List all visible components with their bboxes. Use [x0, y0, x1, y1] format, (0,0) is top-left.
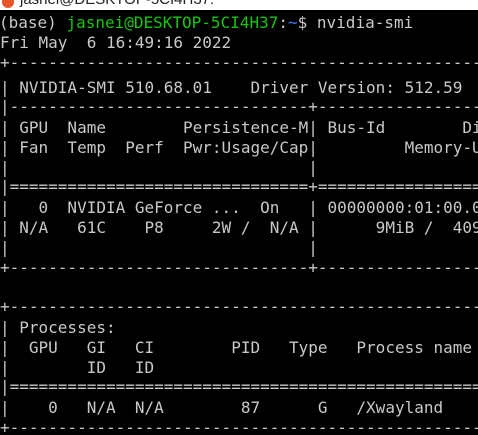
- output-process-row: | 0 N/A N/A 87 G /Xwayland N/A |: [0, 398, 444, 417]
- prompt-path: ~: [288, 13, 298, 32]
- prompt-user-host: jasnei@DESKTOP-5CI4H37: [66, 13, 279, 32]
- output-border-top: +---------------------------------------…: [0, 53, 478, 72]
- output-timestamp: Fri May 6 16:49:16 2022: [0, 33, 232, 52]
- output-gpu-header-2: | Fan Temp Perf Pwr:Usage/Cap| Memory-Us…: [0, 138, 478, 157]
- output-processes-bottom: +---------------------------------------…: [0, 418, 478, 435]
- prompt-env: (base): [0, 13, 67, 32]
- output-gpu-row-2: | N/A 61C P8 2W / N/A | 9MiB / 4096MiB |…: [0, 218, 478, 237]
- output-separator-eq: |===============================+=======…: [0, 177, 478, 196]
- window-title: jasnei@DESKTOP-5CI4H37: ~: [20, 0, 227, 8]
- output-processes-top: +---------------------------------------…: [0, 297, 478, 316]
- output-gpu-header-1: | GPU Name Persistence-M| Bus-Id Disp.A …: [0, 118, 478, 137]
- output-gpu-bottom: +-------------------------------+-------…: [0, 258, 478, 277]
- output-processes-eq: |=======================================…: [0, 377, 478, 396]
- prompt-colon: :: [278, 13, 288, 32]
- output-processes-header-2: | ID ID Usage |: [0, 358, 155, 377]
- output-smi-version-line: | NVIDIA-SMI 510.68.01 Driver Version: 5…: [0, 78, 463, 97]
- output-gpu-row-1: | 0 NVIDIA GeForce ... On | 00000000:01:…: [0, 198, 478, 217]
- output-separator: |-------------------------------+-------…: [0, 97, 478, 116]
- output-gpu-header-3: | | | MIG M. |: [0, 158, 318, 177]
- prompt-line: (base) jasnei@DESKTOP-5CI4H37:~$ nvidia-…: [0, 13, 413, 33]
- terminal-app-icon: [2, 0, 14, 8]
- output-processes-header-1: | GPU GI CI PID Type Process name GPU Me…: [0, 338, 473, 357]
- window-titlebar[interactable]: jasnei@DESKTOP-5CI4H37: ~: [0, 0, 478, 10]
- output-gpu-row-3: | | | N/A |: [0, 238, 318, 257]
- prompt-command: nvidia-smi: [316, 13, 414, 32]
- terminal-output-area[interactable]: (base) jasnei@DESKTOP-5CI4H37:~$ nvidia-…: [0, 10, 478, 435]
- prompt-symbol: $: [297, 13, 317, 32]
- output-processes-title: | Processes: |: [0, 318, 116, 337]
